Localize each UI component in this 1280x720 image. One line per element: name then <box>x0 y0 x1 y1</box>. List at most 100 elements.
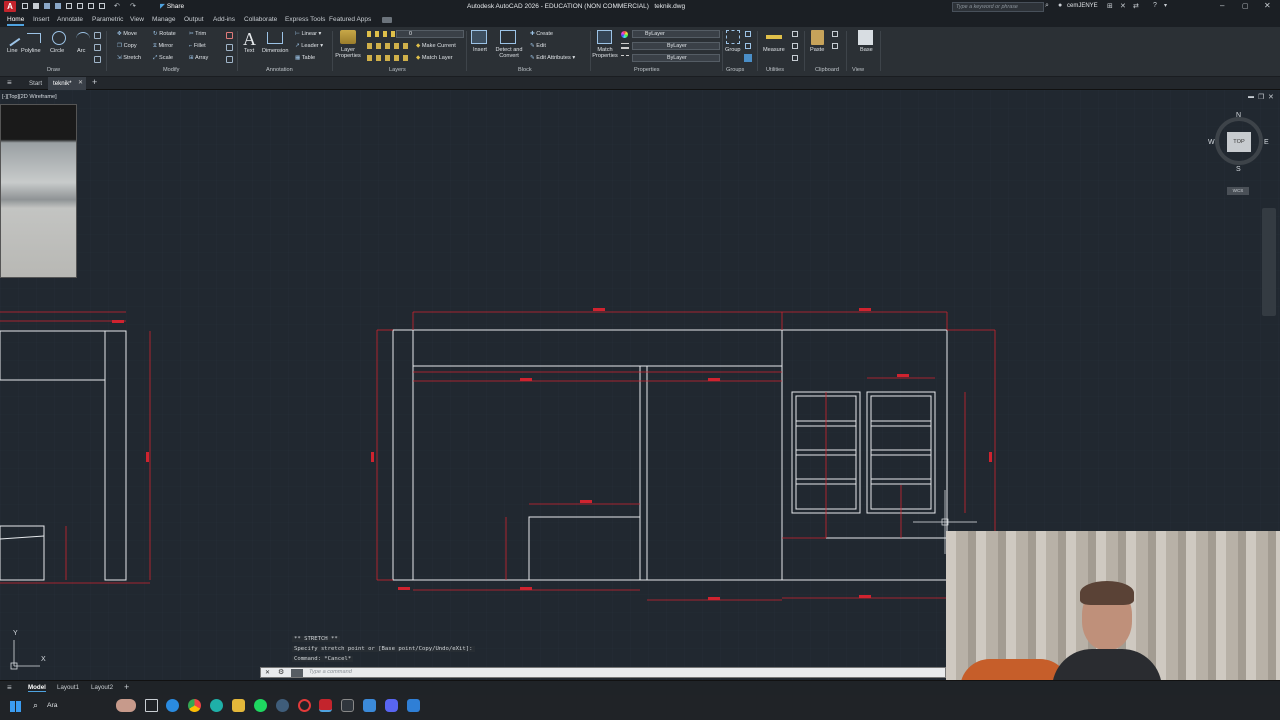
layout-menu-icon[interactable]: ≡ <box>7 683 12 692</box>
viewcube-top-face[interactable]: TOP <box>1227 132 1251 152</box>
table-button[interactable]: ▦ Table <box>295 55 315 61</box>
group-icon[interactable] <box>726 30 740 44</box>
open-icon[interactable] <box>33 3 39 9</box>
group-button[interactable]: Group <box>725 47 741 53</box>
quick-select-icon[interactable] <box>792 43 798 49</box>
measure-icon[interactable] <box>766 35 782 39</box>
group-clipboard-label[interactable]: Clipboard <box>815 67 839 73</box>
tab-annotate[interactable]: Annotate <box>57 16 83 23</box>
fillet-button[interactable]: ⌐ Fillet <box>189 43 206 49</box>
match-properties-button[interactable]: Match Properties <box>590 47 620 59</box>
text-icon[interactable]: A <box>243 29 256 50</box>
autocad-taskbar-icon[interactable] <box>319 699 332 712</box>
group-utilities-label[interactable]: Utilities <box>766 67 784 73</box>
file-tab-start[interactable]: Start <box>29 80 42 87</box>
tab-output[interactable]: Output <box>184 16 204 23</box>
explode-icon[interactable] <box>226 44 233 51</box>
group-block-label[interactable]: Block <box>518 67 532 73</box>
compass-south[interactable]: S <box>1236 166 1241 173</box>
windows-start-icon[interactable] <box>10 701 21 712</box>
text-button[interactable]: Text <box>244 48 254 54</box>
command-line-bar[interactable]: ✕ ⚙ Type a command <box>260 667 946 678</box>
group-groups-label[interactable]: Groups <box>726 67 744 73</box>
group-select-icon[interactable] <box>744 54 752 62</box>
layer-dropdown[interactable]: 0 <box>396 30 464 38</box>
paste-icon[interactable] <box>811 30 824 45</box>
make-current-button[interactable]: ◆ Make Current <box>416 43 456 49</box>
linetype-icon[interactable] <box>621 55 629 61</box>
lineweight-icon[interactable] <box>621 43 629 49</box>
viewport-controls-label[interactable]: [-][Top][2D Wireframe] <box>2 94 57 100</box>
trim-button[interactable]: ✂ Trim <box>189 31 206 37</box>
layer-properties-icon[interactable] <box>340 30 356 44</box>
edge-icon[interactable] <box>166 699 179 712</box>
search-input[interactable]: Type a keyword or phrase <box>956 4 1018 10</box>
base-view-button[interactable]: Base <box>860 47 873 53</box>
match-properties-icon[interactable] <box>597 30 612 44</box>
tab-layout2[interactable]: Layout2 <box>91 684 113 691</box>
create-block-button[interactable]: ✚ Create <box>530 31 553 37</box>
viewport-minimize-icon[interactable]: ▬ <box>1248 94 1254 100</box>
new-tab-icon[interactable]: + <box>92 77 97 87</box>
measure-button[interactable]: Measure <box>763 47 785 53</box>
command-close-icon[interactable]: ✕ <box>265 669 270 676</box>
compass-west[interactable]: W <box>1208 139 1215 146</box>
move-button[interactable]: ✥ Move <box>117 31 137 37</box>
compass-east[interactable]: E <box>1264 139 1269 146</box>
match-layer-button[interactable]: ◆ Match Layer <box>416 55 453 61</box>
base-view-icon[interactable] <box>858 30 873 45</box>
select-all-icon[interactable] <box>792 55 798 61</box>
steam-icon[interactable] <box>276 699 289 712</box>
group-modify-label[interactable]: Modify <box>163 67 179 73</box>
polyline-button[interactable]: Polyline <box>21 48 41 54</box>
offset-icon[interactable] <box>226 56 233 63</box>
edit-attributes-button[interactable]: ✎ Edit Attributes ▾ <box>530 55 575 61</box>
navigation-bar[interactable] <box>1262 208 1276 316</box>
compass-north[interactable]: N <box>1236 112 1241 119</box>
opera-icon[interactable] <box>298 699 311 712</box>
close-x-icon[interactable]: ✕ <box>1120 2 1126 10</box>
taskbar-search-icon[interactable]: ⌕ <box>33 700 38 711</box>
explorer-icon[interactable] <box>232 699 245 712</box>
calculator-icon[interactable] <box>792 31 798 37</box>
layer-properties-button[interactable]: Layer Properties <box>334 47 362 59</box>
add-layout-icon[interactable]: + <box>124 682 129 692</box>
tab-layout1[interactable]: Layout1 <box>57 684 79 691</box>
copy-clip-icon[interactable] <box>832 43 838 49</box>
polyline-icon[interactable] <box>27 33 41 43</box>
user-name[interactable]: cemJENYE <box>1067 3 1098 9</box>
viewport-close-icon[interactable]: ✕ <box>1268 93 1274 101</box>
drawing-viewport[interactable]: [-][Top][2D Wireframe] Y X TOP N S E W W… <box>0 90 1280 720</box>
tab-addins[interactable]: Add-ins <box>213 16 235 23</box>
taskbar-search-label[interactable]: Ara <box>47 702 58 709</box>
arc-icon[interactable] <box>76 32 90 46</box>
close-icon[interactable]: ✕ <box>1264 1 1271 10</box>
linetype-dropdown[interactable]: ByLayer <box>632 54 720 62</box>
detect-convert-icon[interactable] <box>500 30 516 44</box>
task-view-icon[interactable] <box>145 699 158 712</box>
tab-manage[interactable]: Manage <box>152 16 176 23</box>
reference-image[interactable] <box>0 104 77 278</box>
file-tab-teknik[interactable]: teknik* ✕ <box>48 77 86 90</box>
group-draw-label[interactable]: Draw <box>47 67 60 73</box>
save-web-icon[interactable] <box>77 3 83 9</box>
command-customize-icon[interactable]: ⚙ <box>278 668 284 676</box>
tab-express-tools[interactable]: Express Tools <box>285 16 325 23</box>
new-icon[interactable] <box>22 3 28 9</box>
cart-icon[interactable]: ⊞ <box>1107 2 1113 10</box>
rectangle-icon[interactable] <box>94 32 101 39</box>
scale-button[interactable]: ⤢ Scale <box>153 55 173 62</box>
draw-more-icon[interactable] <box>94 56 101 63</box>
group-annotation-label[interactable]: Annotation <box>266 67 293 73</box>
circle-icon[interactable] <box>52 31 66 45</box>
dimension-button[interactable]: Dimension <box>262 48 288 54</box>
share-button[interactable]: ◤ Share <box>160 2 184 10</box>
save-icon[interactable] <box>44 3 50 9</box>
rotate-button[interactable]: ↻ Rotate <box>153 31 176 37</box>
terminal-icon[interactable] <box>341 699 354 712</box>
store-icon[interactable] <box>363 699 376 712</box>
stretch-button[interactable]: ⇲ Stretch <box>117 55 141 61</box>
insert-icon[interactable] <box>471 30 487 44</box>
open-web-icon[interactable] <box>66 3 72 9</box>
tab-model[interactable]: Model <box>28 684 46 692</box>
